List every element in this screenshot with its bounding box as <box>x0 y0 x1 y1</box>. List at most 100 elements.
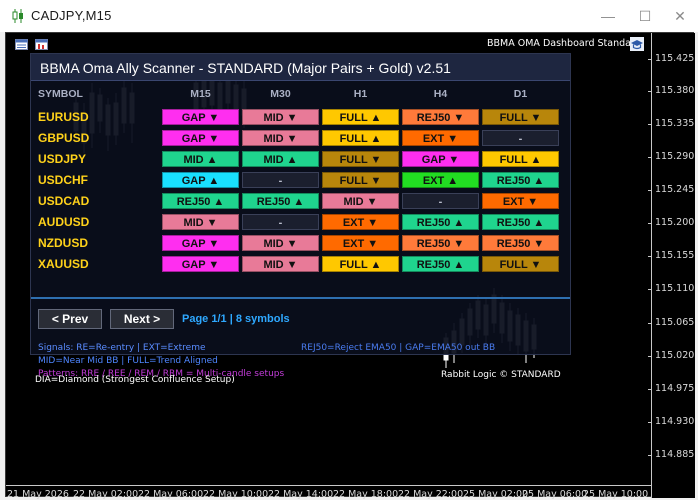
maximize-icon[interactable]: ☐ <box>633 6 657 26</box>
column-header-d1: D1 <box>513 88 528 100</box>
symbol-usdjpy: USDJPY <box>38 152 87 166</box>
signal-cell-nzdusd-m30: MID ▼ <box>242 235 319 251</box>
signal-cell-usdjpy-m15: MID ▲ <box>162 151 239 167</box>
signal-cell-xauusd-d1: FULL ▼ <box>482 256 559 272</box>
window-titlebar: CADJPY,M15 — ☐ ✕ <box>0 0 698 32</box>
prev-page-button[interactable]: < Prev <box>38 309 102 329</box>
column-header-symbol: SYMBOL <box>38 88 83 100</box>
graduation-cap-icon <box>630 37 644 51</box>
price-label: 115.335 <box>647 118 695 129</box>
minimize-icon[interactable]: — <box>596 6 620 26</box>
signal-cell-audusd-d1: REJ50 ▲ <box>482 214 559 230</box>
close-icon[interactable]: ✕ <box>668 6 692 26</box>
price-label: 115.155 <box>647 250 695 261</box>
signal-cell-eurusd-h1: FULL ▲ <box>322 109 399 125</box>
signal-cell-eurusd-m30: MID ▼ <box>242 109 319 125</box>
signal-cell-gbpusd-h1: FULL ▲ <box>322 130 399 146</box>
time-label: 22 May 18:00 <box>333 489 399 500</box>
signal-cell-xauusd-h1: FULL ▲ <box>322 256 399 272</box>
signal-cell-usdcad-h1: MID ▼ <box>322 193 399 209</box>
signal-cell-usdchf-h4: EXT ▲ <box>402 172 479 188</box>
column-header-m15: M15 <box>190 88 211 100</box>
signal-cell-usdchf-m30: - <box>242 172 319 188</box>
signal-cell-usdchf-h1: FULL ▼ <box>322 172 399 188</box>
time-label: 22 May 22:00 <box>398 489 464 500</box>
legend-rej-gap: REJ50=Reject EMA50 | GAP=EMA50 out BB <box>301 343 496 353</box>
symbol-eurusd: EURUSD <box>38 110 89 124</box>
signal-cell-nzdusd-m15: GAP ▼ <box>162 235 239 251</box>
price-label: 114.885 <box>647 449 695 460</box>
dashboard-title: BBMA Oma Ally Scanner - STANDARD (Major … <box>31 54 570 81</box>
credit-label: Rabbit Logic © STANDARD <box>441 370 561 380</box>
price-label: 115.110 <box>647 283 695 294</box>
signal-cell-usdjpy-d1: FULL ▲ <box>482 151 559 167</box>
indicator-icon[interactable] <box>35 39 48 50</box>
signal-cell-gbpusd-d1: - <box>482 130 559 146</box>
signal-cell-gbpusd-h4: EXT ▼ <box>402 130 479 146</box>
signal-cell-xauusd-m30: MID ▼ <box>242 256 319 272</box>
page-info: Page 1/1 | 8 symbols <box>182 313 290 325</box>
price-label: 115.290 <box>647 151 695 162</box>
price-label: 115.020 <box>647 350 695 361</box>
price-label: 115.200 <box>647 217 695 228</box>
time-label: 22 May 02:00 <box>73 489 139 500</box>
symbol-usdcad: USDCAD <box>38 194 90 208</box>
chart-window[interactable]: BBMA OMA Dashboard Standard 115.425 115.… <box>5 32 695 500</box>
signal-cell-eurusd-m15: GAP ▼ <box>162 109 239 125</box>
next-page-button[interactable]: Next > <box>110 309 174 329</box>
price-label: 115.380 <box>647 85 695 96</box>
signal-cell-usdjpy-h4: GAP ▼ <box>402 151 479 167</box>
symbol-xauusd: XAUUSD <box>38 257 89 271</box>
signal-cell-usdcad-m30: REJ50 ▲ <box>242 193 319 209</box>
price-label: 115.245 <box>647 184 695 195</box>
legend-mid-full: MID=Near Mid BB | FULL=Trend Aligned <box>38 356 218 366</box>
signal-cell-audusd-m15: MID ▼ <box>162 214 239 230</box>
legend-signals: Signals: RE=Re-entry | EXT=Extreme <box>38 343 206 353</box>
signal-cell-usdjpy-m30: MID ▲ <box>242 151 319 167</box>
signal-cell-xauusd-m15: GAP ▼ <box>162 256 239 272</box>
signal-cell-nzdusd-h1: EXT ▼ <box>322 235 399 251</box>
price-label: 114.930 <box>647 416 695 427</box>
column-headers: SYMBOL M15 M30 H1 H4 D1 <box>31 88 570 104</box>
time-label: 22 May 06:00 <box>138 489 204 500</box>
signal-cell-usdchf-d1: REJ50 ▲ <box>482 172 559 188</box>
signal-cell-nzdusd-d1: REJ50 ▼ <box>482 235 559 251</box>
template-icon[interactable] <box>15 39 28 50</box>
column-header-h1: H1 <box>353 88 368 100</box>
window-title: CADJPY,M15 <box>31 8 112 23</box>
time-label: 22 May 14:00 <box>268 489 334 500</box>
time-label: 21 May 2026 <box>7 489 69 500</box>
time-label: 25 May 10:00 <box>583 489 649 500</box>
time-label: 25 May 02:00 <box>463 489 529 500</box>
candlestick-icon <box>12 9 23 23</box>
time-label: 25 May 06:00 <box>522 489 588 500</box>
signal-cell-nzdusd-h4: REJ50 ▼ <box>402 235 479 251</box>
signal-cell-eurusd-h4: REJ50 ▼ <box>402 109 479 125</box>
symbol-usdchf: USDCHF <box>38 173 88 187</box>
price-label: 114.975 <box>647 383 695 394</box>
indicator-name-label: BBMA OMA Dashboard Standard <box>487 38 641 49</box>
signal-cell-audusd-m30: - <box>242 214 319 230</box>
price-label: 115.065 <box>647 317 695 328</box>
time-axis[interactable]: 21 May 2026 22 May 02:00 22 May 06:00 22… <box>6 485 651 500</box>
column-header-m30: M30 <box>270 88 291 100</box>
time-label: 22 May 10:00 <box>203 489 269 500</box>
signal-cell-usdcad-d1: EXT ▼ <box>482 193 559 209</box>
legend-diamond: DIA=Diamond (Strongest Confluence Setup) <box>35 375 235 385</box>
signal-cell-usdcad-m15: REJ50 ▲ <box>162 193 239 209</box>
signal-cell-audusd-h1: EXT ▼ <box>322 214 399 230</box>
signal-cell-gbpusd-m15: GAP ▼ <box>162 130 239 146</box>
separator <box>31 297 570 299</box>
signal-cell-usdchf-m15: GAP ▲ <box>162 172 239 188</box>
signal-cell-xauusd-h4: REJ50 ▲ <box>402 256 479 272</box>
signal-cell-audusd-h4: REJ50 ▲ <box>402 214 479 230</box>
signal-cell-usdjpy-h1: FULL ▼ <box>322 151 399 167</box>
symbol-audusd: AUDUSD <box>38 215 90 229</box>
signal-cell-eurusd-d1: FULL ▼ <box>482 109 559 125</box>
price-label: 115.425 <box>647 53 695 64</box>
signal-cell-usdcad-h4: - <box>402 193 479 209</box>
price-axis[interactable]: 115.425 115.380 115.335 115.290 115.245 … <box>647 33 695 498</box>
column-header-h4: H4 <box>433 88 448 100</box>
symbol-nzdusd: NZDUSD <box>38 236 88 250</box>
scanner-dashboard: BBMA Oma Ally Scanner - STANDARD (Major … <box>30 53 571 380</box>
